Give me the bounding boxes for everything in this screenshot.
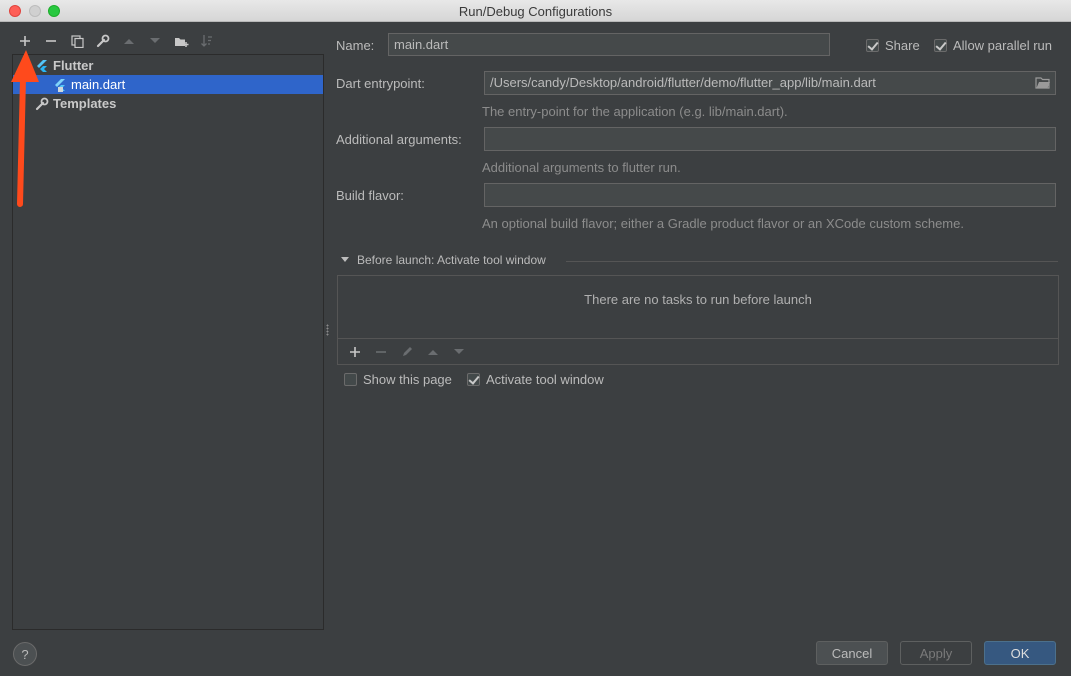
cancel-button[interactable]: Cancel <box>816 641 888 665</box>
remove-configuration-button[interactable] <box>38 30 64 52</box>
sort-icon <box>201 35 212 47</box>
move-up-button[interactable] <box>116 30 142 52</box>
arrow-down-icon <box>150 38 160 43</box>
tree-item-templates[interactable]: Templates <box>13 94 323 113</box>
section-divider <box>566 261 1058 262</box>
splitter-handle[interactable] <box>326 324 329 336</box>
build-flavor-hint: An optional build flavor; either a Gradl… <box>482 216 964 231</box>
title-bar: Run/Debug Configurations <box>0 0 1071 22</box>
move-task-down-button[interactable] <box>446 341 472 363</box>
folder-open-icon[interactable] <box>1035 76 1051 90</box>
minus-icon <box>376 350 386 353</box>
chevron-down-icon[interactable] <box>19 61 29 71</box>
tree-item-flutter[interactable]: Flutter <box>13 56 323 75</box>
activate-tool-window-checkbox[interactable]: Activate tool window <box>467 372 604 387</box>
ok-button[interactable]: OK <box>984 641 1056 665</box>
chevron-down-icon[interactable] <box>340 255 350 265</box>
move-down-button[interactable] <box>142 30 168 52</box>
arrow-up-icon <box>124 39 134 44</box>
config-toolbar <box>12 30 220 52</box>
allow-parallel-run-checkbox[interactable]: Allow parallel run <box>934 38 1052 53</box>
show-this-page-label: Show this page <box>363 372 452 387</box>
add-task-button[interactable] <box>342 341 368 363</box>
tree-item-label: main.dart <box>71 77 126 92</box>
plus-icon <box>350 346 360 357</box>
before-launch-toolbar <box>338 338 1058 364</box>
before-launch-title: Before launch: Activate tool window <box>357 253 546 267</box>
minus-icon <box>46 40 56 42</box>
before-launch-task-list[interactable]: There are no tasks to run before launch <box>337 275 1059 365</box>
edit-defaults-button[interactable] <box>90 30 116 52</box>
additional-arguments-label: Additional arguments: <box>336 132 462 147</box>
configuration-tree: Flutter main.dart Templates <box>12 54 324 630</box>
before-launch-header[interactable]: Before launch: Activate tool window <box>340 253 546 267</box>
new-folder-button[interactable] <box>168 30 194 52</box>
wrench-icon <box>35 97 49 110</box>
dart-entrypoint-input[interactable]: /Users/candy/Desktop/android/flutter/dem… <box>484 71 1056 95</box>
tree-item-label: Flutter <box>53 58 94 73</box>
additional-arguments-hint: Additional arguments to flutter run. <box>482 160 681 175</box>
empty-tasks-text: There are no tasks to run before launch <box>584 292 812 307</box>
dart-entrypoint-value: /Users/candy/Desktop/android/flutter/dem… <box>490 75 876 90</box>
tree-item-main-dart[interactable]: main.dart <box>13 75 323 94</box>
build-flavor-input[interactable] <box>484 183 1056 207</box>
help-button[interactable]: ? <box>13 642 37 666</box>
name-label: Name: <box>336 38 375 53</box>
arrow-down-icon <box>454 348 464 354</box>
share-checkbox-box[interactable] <box>866 39 879 52</box>
remove-task-button[interactable] <box>368 341 394 363</box>
show-this-page-checkbox[interactable]: Show this page <box>344 372 452 387</box>
dart-entrypoint-label: Dart entrypoint: <box>336 76 425 91</box>
wrench-icon <box>96 34 110 48</box>
activate-tool-window-checkbox-box[interactable] <box>467 373 480 386</box>
copy-configuration-button[interactable] <box>64 30 90 52</box>
apply-button[interactable]: Apply <box>900 641 972 665</box>
plus-icon <box>20 36 30 46</box>
flutter-run-icon <box>55 78 65 92</box>
folder-add-icon <box>174 37 188 47</box>
name-input[interactable]: main.dart <box>388 33 830 56</box>
arrow-up-icon <box>428 349 438 355</box>
move-task-up-button[interactable] <box>420 341 446 363</box>
additional-arguments-input[interactable] <box>484 127 1056 151</box>
allow-parallel-run-checkbox-box[interactable] <box>934 39 947 52</box>
flutter-icon <box>37 59 47 72</box>
edit-task-button[interactable] <box>394 341 420 363</box>
dart-entrypoint-hint: The entry-point for the application (e.g… <box>482 104 788 119</box>
show-this-page-checkbox-box[interactable] <box>344 373 357 386</box>
tree-item-label: Templates <box>53 96 117 111</box>
pencil-icon <box>402 347 412 356</box>
sort-button[interactable] <box>194 30 220 52</box>
run-debug-configurations-dialog: Run/Debug Configurations Flutter main.da… <box>0 0 1071 676</box>
share-checkbox[interactable]: Share <box>866 38 920 53</box>
share-label: Share <box>885 38 920 53</box>
allow-parallel-run-label: Allow parallel run <box>953 38 1052 53</box>
activate-tool-window-label: Activate tool window <box>486 372 604 387</box>
window-title: Run/Debug Configurations <box>458 4 613 19</box>
build-flavor-label: Build flavor: <box>336 188 404 203</box>
copy-icon <box>70 34 84 48</box>
add-configuration-button[interactable] <box>12 30 38 52</box>
